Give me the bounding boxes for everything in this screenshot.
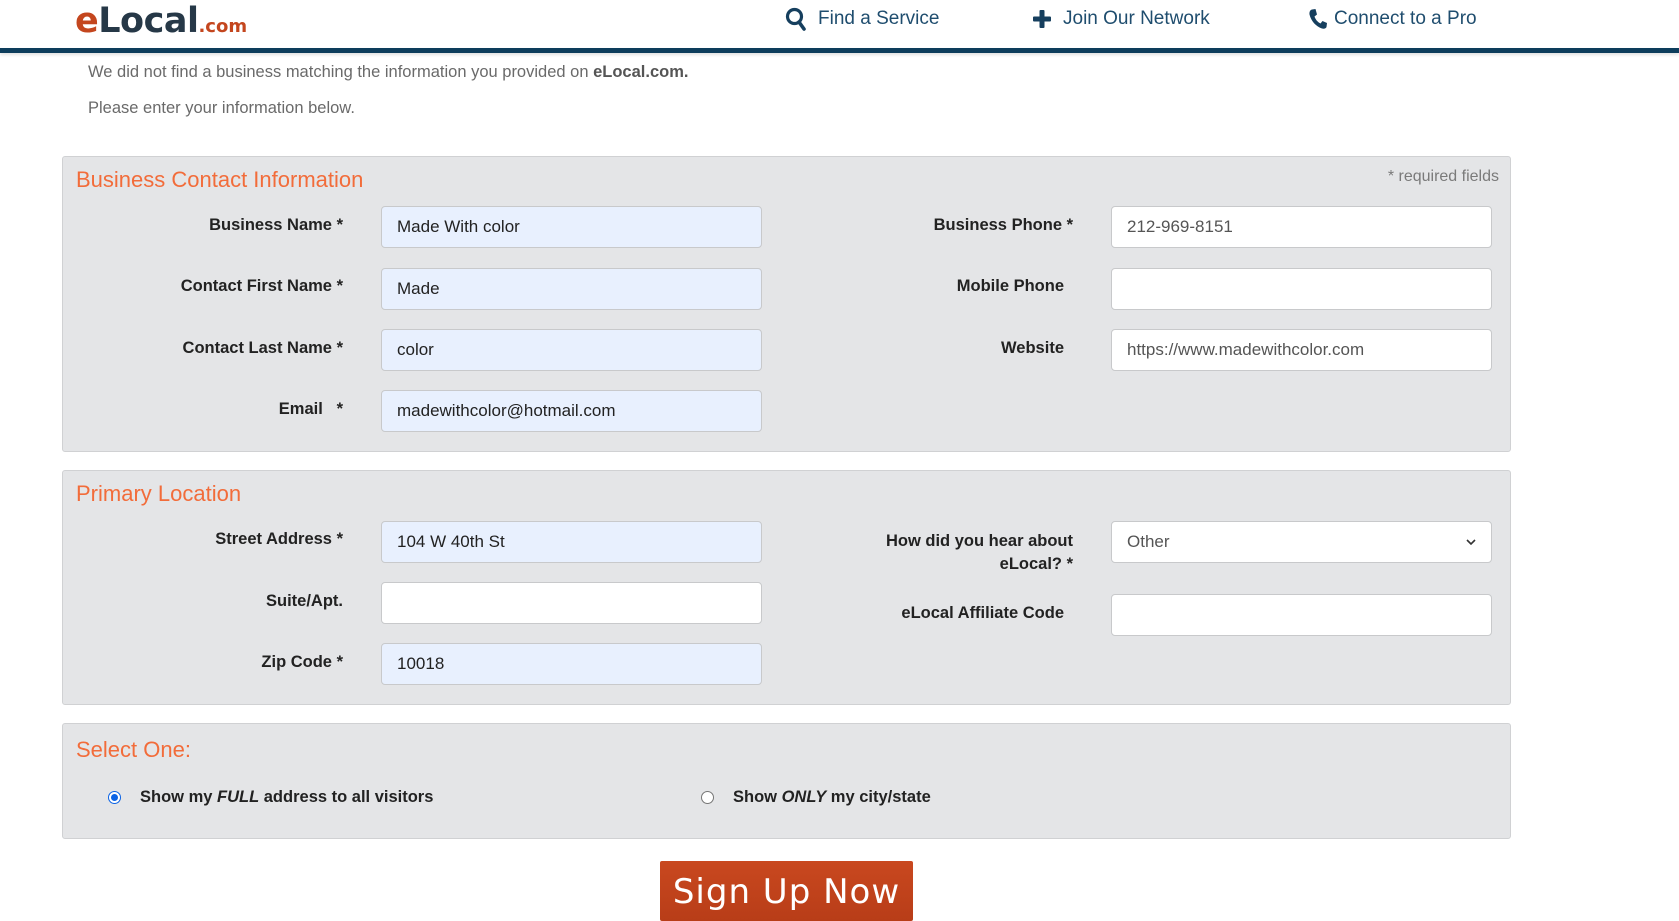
zip-code-input[interactable] <box>381 643 762 685</box>
search-icon <box>785 7 806 31</box>
section-title-location: Primary Location <box>76 481 242 506</box>
plus-icon <box>1033 10 1051 28</box>
business-phone-label: Business Phone * <box>933 216 1073 234</box>
show-full-address-radio[interactable] <box>108 791 121 804</box>
instruction-message: Please enter your information below. <box>88 99 355 117</box>
nav-find-a-service[interactable]: Find a Service <box>785 6 939 32</box>
website-label: Website <box>1001 339 1064 357</box>
mobile-phone-label: Mobile Phone <box>956 277 1064 295</box>
hear-about-label: How did you hear about eLocal? * <box>885 532 1073 573</box>
phone-icon <box>1309 9 1327 29</box>
email-input[interactable] <box>381 390 762 432</box>
nav-connect-to-a-pro[interactable]: Connect to a Pro <box>1308 6 1477 32</box>
website-input[interactable] <box>1111 329 1492 371</box>
not-found-message: We did not find a business matching the … <box>88 63 689 81</box>
business-name-input[interactable] <box>381 206 762 248</box>
nav-label: Join Our Network <box>1063 8 1210 29</box>
show-city-state-label[interactable]: Show ONLY my city/state <box>733 788 931 807</box>
address-display-panel <box>62 723 1511 839</box>
business-name-label: Business Name * <box>209 216 343 234</box>
section-title-select-one: Select One: <box>76 737 191 762</box>
show-city-state-radio[interactable] <box>701 791 714 804</box>
contact-last-name-input[interactable] <box>381 329 762 371</box>
contact-last-name-label: Contact Last Name * <box>182 339 343 357</box>
contact-first-name-input[interactable] <box>381 268 762 310</box>
contact-first-name-label: Contact First Name * <box>180 277 343 295</box>
affiliate-code-input[interactable] <box>1111 594 1492 636</box>
hear-about-selected-value: Other <box>1127 532 1170 551</box>
nav-join-our-network[interactable]: Join Our Network <box>1032 6 1210 32</box>
email-label: Email * <box>278 400 343 418</box>
show-full-address-label[interactable]: Show my FULL address to all visitors <box>140 788 433 807</box>
business-phone-input[interactable] <box>1111 206 1492 248</box>
suite-apt-label: Suite/Apt. <box>266 592 343 610</box>
chevron-down-icon <box>1466 539 1476 546</box>
section-title-contact: Business Contact Information <box>76 167 364 192</box>
nav-label: Find a Service <box>818 8 940 29</box>
street-address-input[interactable] <box>381 521 762 563</box>
sign-up-now-button[interactable]: Sign Up Now <box>660 861 913 921</box>
hear-about-select[interactable]: Other <box>1111 521 1492 563</box>
affiliate-code-label: eLocal Affiliate Code <box>901 604 1064 622</box>
nav-label: Connect to a Pro <box>1334 8 1477 29</box>
suite-apt-input[interactable] <box>381 582 762 624</box>
elocal-logo[interactable]: eLocal.com <box>75 1 247 47</box>
mobile-phone-input[interactable] <box>1111 268 1492 310</box>
zip-code-label: Zip Code * <box>261 653 343 671</box>
street-address-label: Street Address * <box>215 530 343 548</box>
required-fields-note: * required fields <box>1387 168 1499 185</box>
header-divider-bar <box>0 48 1679 53</box>
